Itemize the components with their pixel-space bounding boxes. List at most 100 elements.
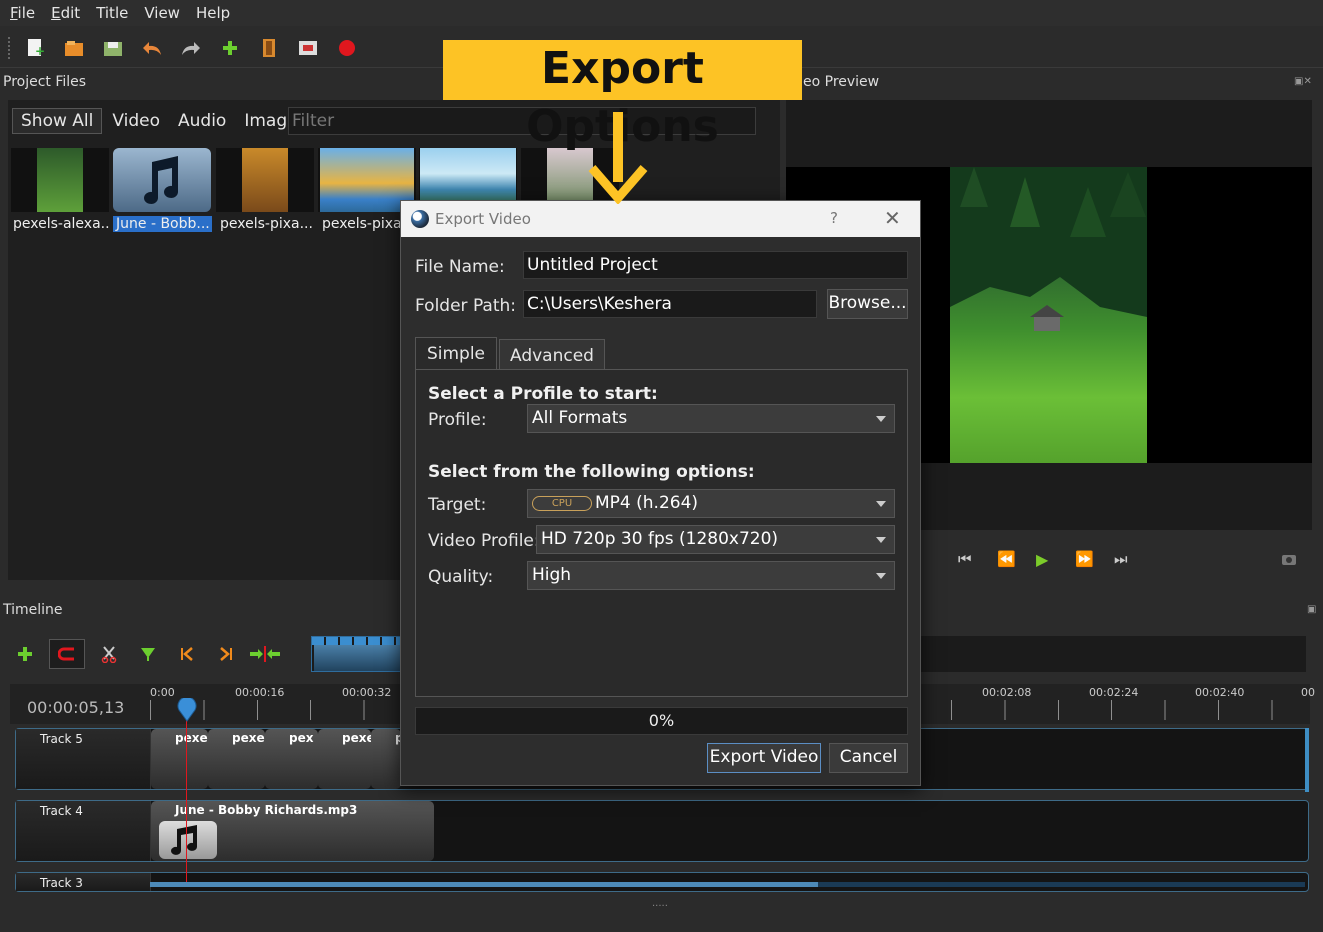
target-select[interactable]: CPU MP4 (h.264) xyxy=(527,489,895,518)
ruler-label: 00:02:24 xyxy=(1089,686,1139,699)
track-name: Track 3 xyxy=(16,873,151,891)
quality-select[interactable]: High xyxy=(527,561,895,590)
cpu-badge: CPU xyxy=(532,496,592,511)
ruler-label: 0:00 xyxy=(150,686,175,699)
ruler-label: 00:00:32 xyxy=(342,686,392,699)
svg-text:+: + xyxy=(35,44,44,58)
quality-label: Quality: xyxy=(428,567,494,587)
razor-icon[interactable] xyxy=(94,639,124,669)
folder-path-input[interactable]: C:\Users\Keshera xyxy=(523,290,817,318)
timeline-clip[interactable]: pexe xyxy=(151,729,208,789)
new-project-icon[interactable]: + xyxy=(24,37,46,59)
ruler-label: 00 xyxy=(1301,686,1315,699)
playhead-line[interactable] xyxy=(186,712,187,882)
resize-grip[interactable]: ..... xyxy=(652,898,668,909)
redo-icon[interactable] xyxy=(180,37,202,59)
browse-button[interactable]: Browse... xyxy=(827,289,908,319)
track-name: Track 4 xyxy=(16,801,151,861)
center-playhead-icon[interactable] xyxy=(250,639,280,669)
profile-icon[interactable] xyxy=(258,37,280,59)
menu-title[interactable]: Title xyxy=(96,4,128,22)
clip-label: pex xyxy=(289,731,314,745)
help-button[interactable]: ? xyxy=(830,209,838,227)
ruler-label: 00:02:08 xyxy=(982,686,1032,699)
timeline-dock-icon[interactable]: ▣ xyxy=(1307,604,1316,615)
video-profile-label: Video Profile: xyxy=(428,531,540,551)
ruler-label: 00:02:40 xyxy=(1195,686,1245,699)
cancel-button[interactable]: Cancel xyxy=(829,743,908,773)
next-marker-icon[interactable] xyxy=(211,639,241,669)
timeline-clip[interactable]: pex xyxy=(265,729,318,789)
timeline-scroll-area[interactable] xyxy=(920,636,1306,672)
profile-select[interactable]: All Formats xyxy=(527,404,895,433)
tab-audio[interactable]: Audio xyxy=(170,109,234,133)
track-name: Track 5 xyxy=(16,729,151,789)
track-row[interactable]: Track 4 June - Bobby Richards.mp3 xyxy=(15,800,1309,862)
ruler-label: 00:00:16 xyxy=(235,686,285,699)
simple-tab-pane: Select a Profile to start: Profile: All … xyxy=(415,369,908,697)
jump-start-icon[interactable]: ⏮ xyxy=(958,550,997,569)
timeline-toolbar xyxy=(10,636,289,672)
import-files-icon[interactable] xyxy=(219,37,241,59)
profile-heading: Select a Profile to start: xyxy=(428,384,658,404)
clip-label: pexe. xyxy=(342,731,371,745)
tab-simple[interactable]: Simple xyxy=(415,337,497,370)
fast-forward-icon[interactable]: ⏩ xyxy=(1075,550,1114,569)
previous-marker-icon[interactable] xyxy=(172,639,202,669)
export-options-annotation: Export Options xyxy=(443,40,802,152)
export-video-icon[interactable] xyxy=(336,37,358,59)
menu-edit[interactable]: Edit xyxy=(51,4,80,22)
file-thumbnail-audio[interactable] xyxy=(113,148,211,212)
clip-label: pexe xyxy=(175,731,208,745)
export-video-button[interactable]: Export Video xyxy=(707,743,821,773)
tab-show-all[interactable]: Show All xyxy=(12,108,103,134)
add-marker-icon[interactable] xyxy=(133,639,163,669)
timeline-clip[interactable]: pexe. xyxy=(318,729,371,789)
timeline-title: Timeline xyxy=(3,602,63,618)
timeline-clip[interactable]: pexe xyxy=(208,729,265,789)
export-video-dialog: Export Video ? ✕ File Name: Untitled Pro… xyxy=(400,200,921,786)
open-project-icon[interactable] xyxy=(63,37,85,59)
playback-controls: ⏮ ⏪ ▶ ⏩ ⏭ xyxy=(958,550,1153,569)
video-profile-select[interactable]: HD 720p 30 fps (1280x720) xyxy=(536,525,895,554)
folder-path-label: Folder Path: xyxy=(415,296,517,316)
rewind-icon[interactable]: ⏪ xyxy=(997,550,1036,569)
undo-icon[interactable] xyxy=(141,37,163,59)
snapping-icon[interactable] xyxy=(49,639,85,669)
quality-value: High xyxy=(532,565,572,585)
fullscreen-icon[interactable] xyxy=(297,37,319,59)
play-icon[interactable]: ▶ xyxy=(1036,550,1075,569)
video-profile-value: HD 720p 30 fps (1280x720) xyxy=(541,529,779,549)
file-name-input[interactable]: Untitled Project xyxy=(523,251,908,279)
save-project-icon[interactable] xyxy=(102,37,124,59)
add-track-icon[interactable] xyxy=(10,639,40,669)
jump-end-icon[interactable]: ⏭ xyxy=(1114,550,1153,569)
clip-label: June - Bobby Richards.mp3 xyxy=(175,803,358,817)
toolbar-grip[interactable] xyxy=(8,36,12,59)
file-thumbnail[interactable] xyxy=(11,148,109,212)
video-preview-title: eo Preview xyxy=(803,74,880,90)
audio-clip[interactable]: June - Bobby Richards.mp3 xyxy=(151,801,434,861)
close-icon[interactable]: ✕ xyxy=(884,206,901,230)
tab-video[interactable]: Video xyxy=(104,109,168,133)
menu-view[interactable]: View xyxy=(144,4,180,22)
chevron-down-icon xyxy=(876,501,886,507)
playhead-handle[interactable] xyxy=(176,696,198,726)
timeline-vertical-scrollbar[interactable] xyxy=(1305,728,1309,792)
menu-file[interactable]: File xyxy=(10,4,35,22)
annotation-arrow-icon xyxy=(588,112,648,208)
timeline-clip[interactable]: pe xyxy=(371,729,401,789)
current-timecode: 00:00:05,13 xyxy=(27,698,125,717)
timeline-zoom-bar[interactable] xyxy=(311,636,407,672)
menu-help[interactable]: Help xyxy=(196,4,230,22)
panel-dock-icons[interactable]: ▣✕ xyxy=(1294,76,1312,87)
thumbnail-label-selected: June - Bobb... xyxy=(113,216,212,232)
camera-icon[interactable] xyxy=(1281,551,1297,570)
thumbnail-label: pexels-pixa... xyxy=(220,216,313,232)
dialog-title: Export Video xyxy=(435,210,531,228)
menu-bar: File Edit Title View Help xyxy=(0,0,1323,26)
timeline-horizontal-scrollbar[interactable] xyxy=(150,882,1305,887)
file-thumbnail[interactable] xyxy=(216,148,314,212)
tab-advanced[interactable]: Advanced xyxy=(499,339,605,370)
chevron-down-icon xyxy=(876,537,886,543)
